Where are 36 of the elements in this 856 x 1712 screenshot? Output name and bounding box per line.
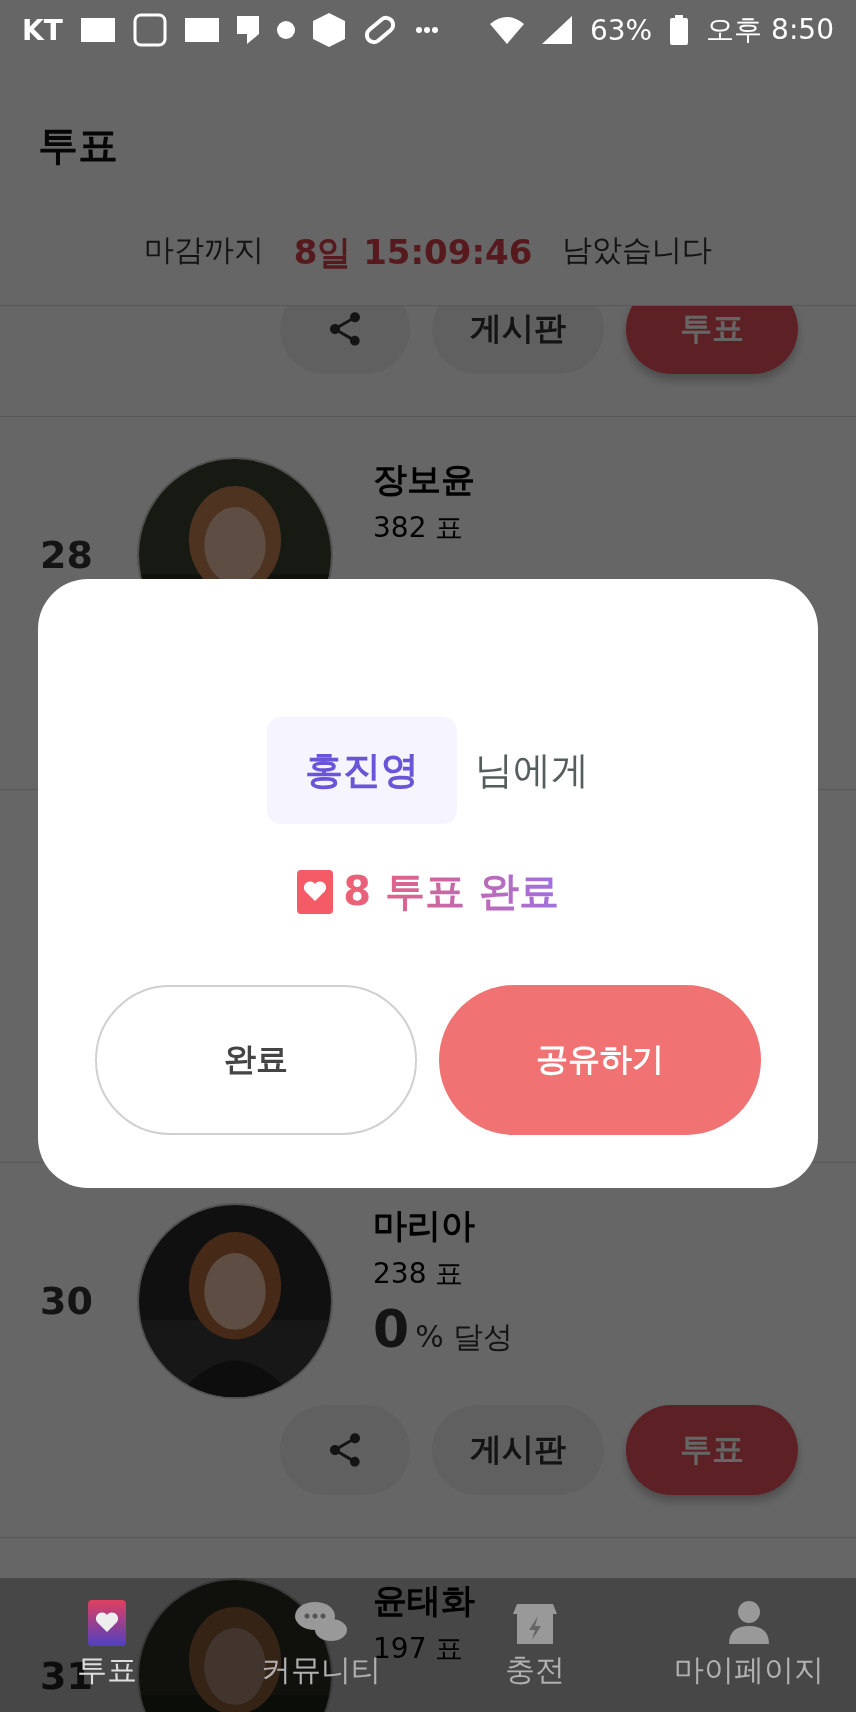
vote-count: 382 표 (373, 510, 465, 546)
countdown-time: 8일 15:09:46 (293, 231, 533, 274)
signal-icon (542, 16, 572, 44)
page-title: 투표 (38, 120, 118, 170)
battery-percent: 63% (590, 13, 653, 47)
dot-icon (276, 21, 295, 39)
share-button[interactable] (280, 306, 410, 374)
nav-tab[interactable]: 충전 (505, 1599, 565, 1691)
link-icon (362, 13, 397, 47)
hexagon-icon (312, 13, 345, 47)
message-icon (236, 16, 259, 44)
rank-number: 28 (40, 533, 93, 577)
candidate-name: 윤태화 (373, 1579, 475, 1622)
share-button[interactable]: 공유하기 (439, 985, 761, 1135)
rank-number: 30 (40, 1279, 93, 1323)
candidate-chip: 홍진영 (267, 717, 457, 824)
clock: 오후 8:50 (706, 12, 834, 48)
person-icon (727, 1599, 771, 1646)
vote-button[interactable]: 투표 (626, 1405, 798, 1495)
board-button[interactable]: 게시판 (432, 306, 604, 374)
board-button[interactable]: 게시판 (432, 1405, 604, 1495)
candidate-name: 마리아 (373, 1204, 476, 1247)
wifi-icon (490, 16, 524, 44)
countdown-suffix: 남았습니다 (562, 231, 713, 269)
more-icon (414, 26, 439, 34)
done-button[interactable]: 완료 (95, 985, 417, 1135)
vote-count: 238 표 (373, 1256, 465, 1292)
battery-icon (670, 15, 689, 45)
carrier-label: KT (22, 13, 63, 47)
nav-tab[interactable]: 마이페이지 (674, 1599, 824, 1691)
achievement-percent: 0 (373, 1299, 410, 1359)
vote-button[interactable]: 투표 (626, 306, 798, 374)
candidate-name: 장보윤 (373, 458, 475, 501)
recipient-suffix: 님에게 (475, 747, 589, 794)
countdown-prefix: 마감까지 (143, 231, 264, 269)
achievement-label: % 달성 (415, 1318, 514, 1356)
